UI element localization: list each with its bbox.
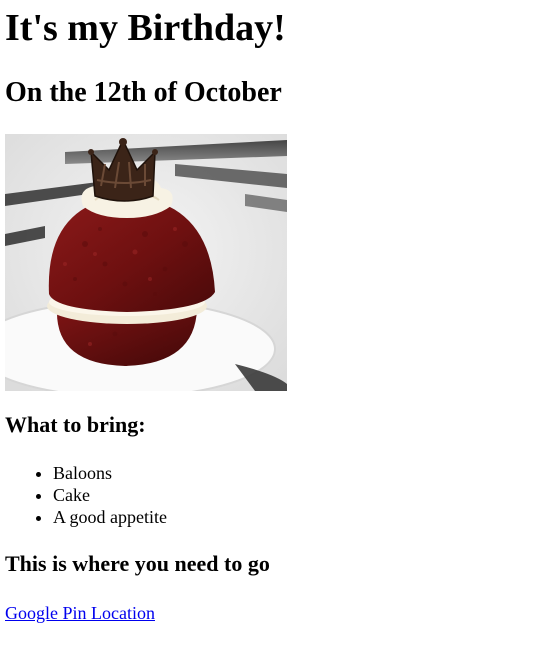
cake-image — [5, 134, 287, 391]
page-content: It's my Birthday! On the 12th of October — [0, 0, 559, 624]
bring-list: Baloons Cake A good appetite — [5, 462, 554, 528]
list-item: Cake — [53, 484, 554, 506]
bring-heading: What to bring: — [5, 412, 146, 437]
page-title: It's my Birthday! — [5, 7, 286, 49]
directions-heading: This is where you need to go — [5, 551, 270, 576]
list-item: A good appetite — [53, 506, 554, 528]
google-pin-location-link[interactable]: Google Pin Location — [5, 602, 155, 624]
list-item: Baloons — [53, 462, 554, 484]
page-subtitle: On the 12th of October — [5, 77, 282, 108]
